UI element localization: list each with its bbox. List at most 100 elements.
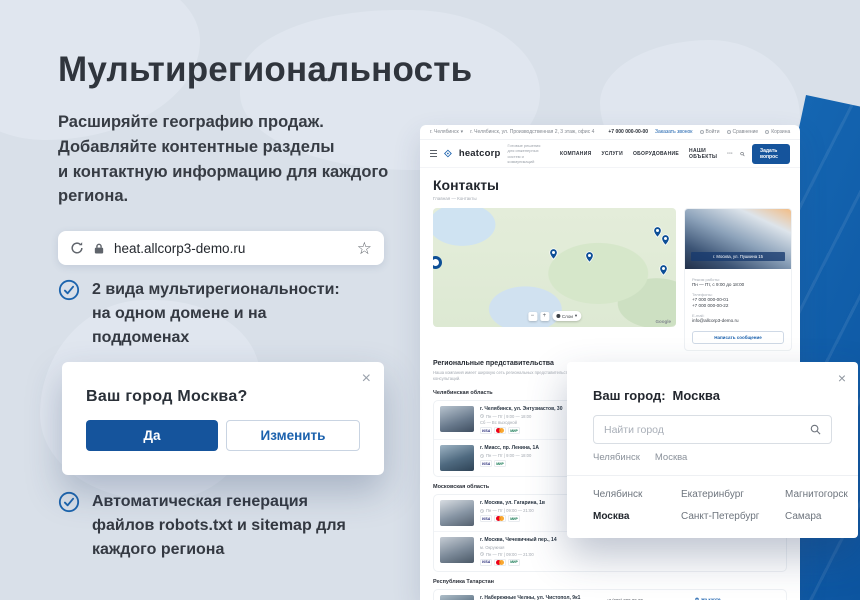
show-on-map-link[interactable]: На карте — [695, 597, 720, 600]
city-search-box[interactable] — [593, 415, 832, 444]
contacts-heading: Контакты — [433, 177, 787, 193]
hours-value: Пн — Пт, с 9:00 до 18:00 — [692, 282, 784, 289]
city-option[interactable]: Санкт-Петербург — [681, 511, 785, 522]
bookmark-star-icon[interactable]: ☆ — [357, 240, 372, 257]
offices-panel: г. Набережные Челны, ул. Чистопол, 9к1 П… — [433, 589, 787, 600]
nav-projects[interactable]: НАШИ ОБЪЕКТЫ — [689, 148, 717, 160]
browser-url-bar[interactable]: heat.allcorp3-demo.ru ☆ — [58, 231, 384, 265]
office-hours: Пн — Пт | 09:00 — 21:00 — [486, 552, 534, 557]
office-list-item[interactable]: г. Набережные Челны, ул. Чистопол, 9к1 П… — [434, 590, 786, 600]
city-popup-current: Москва — [673, 388, 720, 403]
city-option-selected[interactable]: Москва — [593, 511, 681, 522]
arrow-right-icon[interactable]: → — [773, 597, 780, 600]
change-city-button[interactable]: Изменить — [226, 420, 360, 451]
hero-description: Расширяйте географию продаж. Добавляйте … — [58, 110, 398, 209]
breadcrumb[interactable]: Главная — Контакты — [433, 196, 787, 201]
office-title[interactable]: г. Набережные Челны, ул. Чистопол, 9к1 — [480, 595, 600, 600]
payment-mir: МИР — [494, 460, 506, 467]
clock-icon — [480, 454, 484, 458]
map-attribution: Google — [656, 319, 672, 324]
close-icon[interactable]: × — [838, 370, 846, 386]
city-option[interactable]: Самара — [785, 511, 848, 522]
logo-text[interactable]: heatcorp — [459, 148, 501, 159]
map-pin-icon[interactable] — [661, 234, 670, 246]
payment-mir: МИР — [508, 515, 520, 522]
office-title[interactable]: г. Миасс, пр. Ленина, 1А — [480, 445, 539, 451]
map-pin-icon[interactable] — [585, 251, 594, 263]
payment-mastercard — [494, 559, 506, 566]
city-search-input[interactable] — [604, 424, 810, 436]
nav-equipment[interactable]: ОБОРУДОВАНИЕ — [633, 151, 679, 157]
feature-item: Автоматическая генерация файлов robots.t… — [58, 490, 378, 562]
office-hours: Пн — Пт | 9:00 — 18:00 — [486, 414, 531, 419]
search-icon[interactable] — [740, 150, 745, 158]
office-thumbnail — [440, 445, 474, 471]
office-photo: г. Москва, ул. Пушкина 15 — [685, 209, 791, 269]
map-pin-icon[interactable] — [659, 264, 668, 276]
map-zoom-in-button[interactable]: + — [540, 312, 549, 321]
topbar-city-selector[interactable]: г. Челябинск▾ — [430, 129, 463, 135]
city-option[interactable]: Магнитогорск — [785, 489, 848, 500]
chevron-down-icon: ▾ — [461, 129, 464, 135]
office-title[interactable]: г. Москва, ул. Гагарина, 1в — [480, 500, 545, 506]
menu-icon[interactable] — [430, 150, 437, 157]
payment-visa: VISA — [480, 460, 492, 467]
reload-icon[interactable] — [70, 241, 84, 255]
payment-mastercard — [494, 427, 506, 434]
logo-icon — [444, 147, 452, 160]
topbar-phone[interactable]: +7 000 000-00-00 — [608, 129, 648, 135]
user-icon — [700, 130, 704, 134]
layers-icon — [556, 314, 560, 318]
nav-services[interactable]: УСЛУГИ — [602, 151, 623, 157]
site-topbar: г. Челябинск▾ г. Челябинск, ул. Производ… — [420, 125, 800, 140]
callback-link[interactable]: Заказать звонок — [655, 129, 692, 135]
contacts-map[interactable]: − + Слои▾ Google — [433, 208, 676, 327]
office-thumbnail — [440, 500, 474, 526]
office-email[interactable]: info@allcorp3-demo.ru — [692, 318, 784, 325]
city-option[interactable]: Челябинск — [593, 489, 681, 500]
office-phone[interactable]: +7 000 000-00-22 — [692, 303, 784, 310]
topbar-city[interactable]: г. Челябинск — [430, 129, 459, 135]
payment-mir: МИР — [508, 427, 520, 434]
map-cluster-marker[interactable] — [433, 256, 442, 269]
map-zoom-out-button[interactable]: − — [528, 312, 537, 321]
yes-button[interactable]: Да — [86, 420, 218, 451]
check-circle-icon — [58, 279, 80, 301]
payment-visa: VISA — [480, 515, 492, 522]
city-popup-label: Ваш город: — [593, 388, 666, 403]
recent-city[interactable]: Москва — [655, 452, 687, 463]
lock-icon — [94, 242, 104, 255]
url-text[interactable]: heat.allcorp3-demo.ru — [114, 241, 347, 256]
check-circle-icon — [58, 491, 80, 513]
office-phone[interactable]: +7 000 000-00-01 — [692, 297, 784, 304]
cart-link[interactable]: Корзина — [765, 129, 790, 135]
map-pin-icon[interactable] — [549, 248, 558, 260]
office-title[interactable]: г. Москва, Чечевичный пер., 14 — [480, 537, 557, 543]
office-phone[interactable]: +7 (000) 000-00-00 — [606, 597, 643, 600]
feature-item: 2 вида мультирегиональности: на одном до… — [58, 278, 378, 350]
office-hours: Пн — Пт | 09:00 — 21:00 — [486, 508, 534, 513]
city-option[interactable]: Екатеринбург — [681, 489, 785, 500]
write-message-button[interactable]: Написать сообщение — [692, 331, 784, 344]
ask-question-button[interactable]: Задать вопрос — [752, 144, 790, 164]
feature-text: Автоматическая генерация файлов robots.t… — [92, 490, 370, 562]
area-tatarstan: Республика Татарстан — [433, 579, 787, 585]
recent-city[interactable]: Челябинск — [593, 452, 640, 463]
pin-icon — [695, 597, 699, 600]
office-hours: Пн — Пт | 9:00 — 18:00 — [486, 453, 531, 458]
feature-text: 2 вида мультирегиональности: на одном до… — [92, 278, 370, 350]
compare-link[interactable]: Сравнение — [727, 129, 759, 135]
nav-more[interactable]: ··· — [727, 151, 733, 157]
page-title: Мультирегиональность — [58, 50, 472, 90]
site-header: heatcorp Готовые решения для инженерных … — [420, 140, 800, 168]
clock-icon — [480, 509, 484, 513]
compare-icon — [727, 130, 731, 134]
map-layers-button[interactable]: Слои▾ — [552, 311, 581, 321]
close-icon[interactable]: × — [362, 370, 371, 388]
nav-company[interactable]: КОМПАНИЯ — [560, 151, 592, 157]
office-thumbnail — [440, 406, 474, 432]
office-title[interactable]: г. Челябинск, ул. Энтузиастов, 30 — [480, 406, 563, 412]
login-link[interactable]: Войти — [700, 129, 720, 135]
search-icon[interactable] — [810, 424, 821, 435]
payment-visa: VISA — [480, 559, 492, 566]
